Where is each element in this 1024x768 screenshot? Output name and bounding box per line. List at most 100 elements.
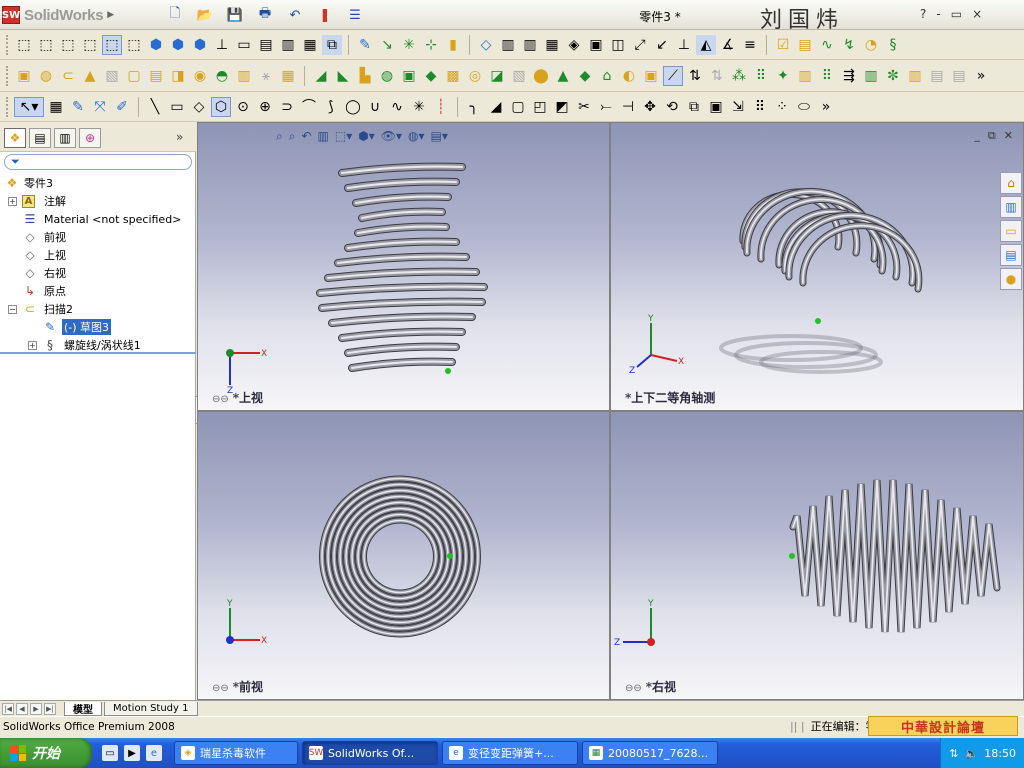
- cone-icon[interactable]: ▲: [553, 66, 573, 86]
- tab-motion-study[interactable]: Motion Study 1: [104, 701, 198, 716]
- chamfer-sketch-icon[interactable]: ◢: [486, 97, 506, 117]
- cut-revolve-icon[interactable]: ◍: [377, 66, 397, 86]
- prev-tab-icon[interactable]: ◀: [16, 702, 28, 715]
- flex-icon[interactable]: ⚹: [256, 66, 276, 86]
- 3d-sketch-icon[interactable]: ✐: [112, 97, 132, 117]
- smart-dim-icon[interactable]: ⤧: [90, 97, 110, 117]
- two-view-vertical-icon[interactable]: ▥: [278, 35, 298, 55]
- point-sketch-icon[interactable]: ✳: [409, 97, 429, 117]
- view-left-icon[interactable]: ⬚: [58, 35, 78, 55]
- stack-icon[interactable]: ▤: [927, 66, 947, 86]
- single-view-icon[interactable]: ▭: [234, 35, 254, 55]
- sketch2-icon[interactable]: ✎: [68, 97, 88, 117]
- tree-item[interactable]: ❖ 零件3: [0, 174, 196, 192]
- hole-icon[interactable]: ◉: [190, 66, 210, 86]
- next-tab-icon[interactable]: ▶: [30, 702, 42, 715]
- 3pt-arc-icon[interactable]: ⟆: [321, 97, 341, 117]
- stack2-icon[interactable]: ▤: [949, 66, 969, 86]
- cylinder-icon[interactable]: ⬤: [531, 66, 551, 86]
- sketch-icon[interactable]: ✎: [355, 35, 375, 55]
- link-views-icon[interactable]: ⧉: [322, 34, 342, 55]
- scale-icon[interactable]: ▧: [509, 66, 529, 86]
- snow-icon[interactable]: ✼: [883, 66, 903, 86]
- appearances-icon[interactable]: ●: [1000, 268, 1022, 290]
- two-view-icon[interactable]: ▤: [256, 35, 276, 55]
- first-tab-icon[interactable]: |◀: [2, 702, 14, 715]
- angle-icon[interactable]: ∡: [718, 35, 738, 55]
- extrude-icon[interactable]: ▣: [14, 66, 34, 86]
- trim-entities-icon[interactable]: ✂: [574, 97, 594, 117]
- mirror-entities-icon[interactable]: ⊣: [618, 97, 638, 117]
- task-browser[interactable]: e 变径变距弹簧+...: [442, 741, 578, 765]
- extend-entities-icon[interactable]: ⤚: [596, 97, 616, 117]
- stretch-icon[interactable]: ⇲: [728, 97, 748, 117]
- select-arrow-icon[interactable]: ↖▾: [14, 96, 44, 117]
- line-icon[interactable]: ╲: [145, 97, 165, 117]
- view-top-icon[interactable]: ⬚: [102, 34, 122, 55]
- house-icon[interactable]: ⌂: [597, 66, 617, 86]
- box-icon[interactable]: ▣: [641, 66, 661, 86]
- offset-icon[interactable]: ▣: [586, 35, 606, 55]
- fillet-icon[interactable]: ◔: [861, 35, 881, 55]
- circ-pattern-icon[interactable]: ◎: [465, 66, 485, 86]
- tray-network-icon[interactable]: ⇅: [949, 747, 958, 760]
- tree-item[interactable]: ◇ 上视: [0, 246, 196, 264]
- split-icon[interactable]: ↙: [652, 35, 672, 55]
- view-palette-icon[interactable]: ▤: [1000, 244, 1022, 266]
- arc-icon[interactable]: ⊃: [277, 97, 297, 117]
- show-desktop-icon[interactable]: ▭: [102, 745, 118, 761]
- extend-icon[interactable]: ⤢: [630, 35, 650, 55]
- revolve-icon[interactable]: ◍: [36, 66, 56, 86]
- tree-item[interactable]: ↳ 原点: [0, 282, 196, 300]
- copy-entities-icon[interactable]: ⧉: [684, 97, 704, 117]
- tree-item[interactable]: ◇ 右视: [0, 264, 196, 282]
- sort-icon[interactable]: ⇅: [685, 66, 705, 86]
- ie-icon[interactable]: e: [146, 745, 162, 761]
- point-icon[interactable]: ✳: [399, 35, 419, 55]
- combine-icon[interactable]: ◐: [619, 66, 639, 86]
- mirror-feature-icon[interactable]: ◪: [487, 66, 507, 86]
- relations2-icon[interactable]: ▥: [520, 35, 540, 55]
- perp-icon[interactable]: ⊥: [674, 35, 694, 55]
- move-icon[interactable]: ⁂: [729, 66, 749, 86]
- intersect-icon[interactable]: ▦: [278, 66, 298, 86]
- toolbar-grip[interactable]: [6, 96, 10, 117]
- more-sketch-icon[interactable]: »: [816, 97, 836, 117]
- shell-icon[interactable]: ▢: [124, 66, 144, 86]
- print-icon[interactable]: 🖶: [254, 5, 276, 25]
- check-icon[interactable]: ☑: [773, 35, 793, 55]
- viewport-front[interactable]: Y X ⊖⊖ *前视: [197, 411, 610, 700]
- slot-icon[interactable]: ⬭: [794, 97, 814, 117]
- spline-icon[interactable]: ∿: [387, 97, 407, 117]
- sheet-icon[interactable]: ▤: [795, 35, 815, 55]
- helix-tool-icon[interactable]: ⟋: [663, 65, 683, 86]
- open-folder-icon[interactable]: 📂: [194, 5, 216, 25]
- view-back-icon[interactable]: ⬚: [36, 35, 56, 55]
- undo-icon[interactable]: ↶: [284, 5, 306, 25]
- options-icon[interactable]: ☰: [344, 5, 366, 25]
- pattern-icon[interactable]: ◇: [476, 35, 496, 55]
- rotate-entities-icon[interactable]: ⟲: [662, 97, 682, 117]
- coordinate-icon[interactable]: ⊹: [421, 35, 441, 55]
- toolbar-grip[interactable]: [6, 34, 10, 55]
- diamond-icon[interactable]: ◇: [189, 97, 209, 117]
- cut-sweep-icon[interactable]: ▣: [399, 66, 419, 86]
- view-iso-icon[interactable]: ⬢: [146, 35, 166, 55]
- rectangle-icon[interactable]: ▭: [167, 97, 187, 117]
- view-right-icon[interactable]: ⬚: [80, 35, 100, 55]
- property-manager-tab-icon[interactable]: ▤: [29, 127, 51, 148]
- fillet-feature-icon[interactable]: ◢: [311, 66, 331, 86]
- wrap-icon[interactable]: ▥: [234, 66, 254, 86]
- convert-entities-icon[interactable]: ◰: [530, 97, 550, 117]
- more-icon[interactable]: »: [971, 66, 991, 86]
- thicken-icon[interactable]: ⇶: [839, 66, 859, 86]
- filter-field[interactable]: ⏷: [4, 154, 192, 170]
- centerline-icon[interactable]: ┊: [431, 97, 451, 117]
- display-manager-tab-icon[interactable]: ⊕: [79, 127, 101, 148]
- mirror-icon[interactable]: ◈: [564, 35, 584, 55]
- split-body-icon[interactable]: ✦: [773, 66, 793, 86]
- four-view-icon[interactable]: ▦: [300, 35, 320, 55]
- task-image[interactable]: ▦ 20080517_7628...: [582, 741, 718, 765]
- view-front-icon[interactable]: ⬚: [14, 35, 34, 55]
- collapse-panel-icon[interactable]: »: [176, 130, 183, 144]
